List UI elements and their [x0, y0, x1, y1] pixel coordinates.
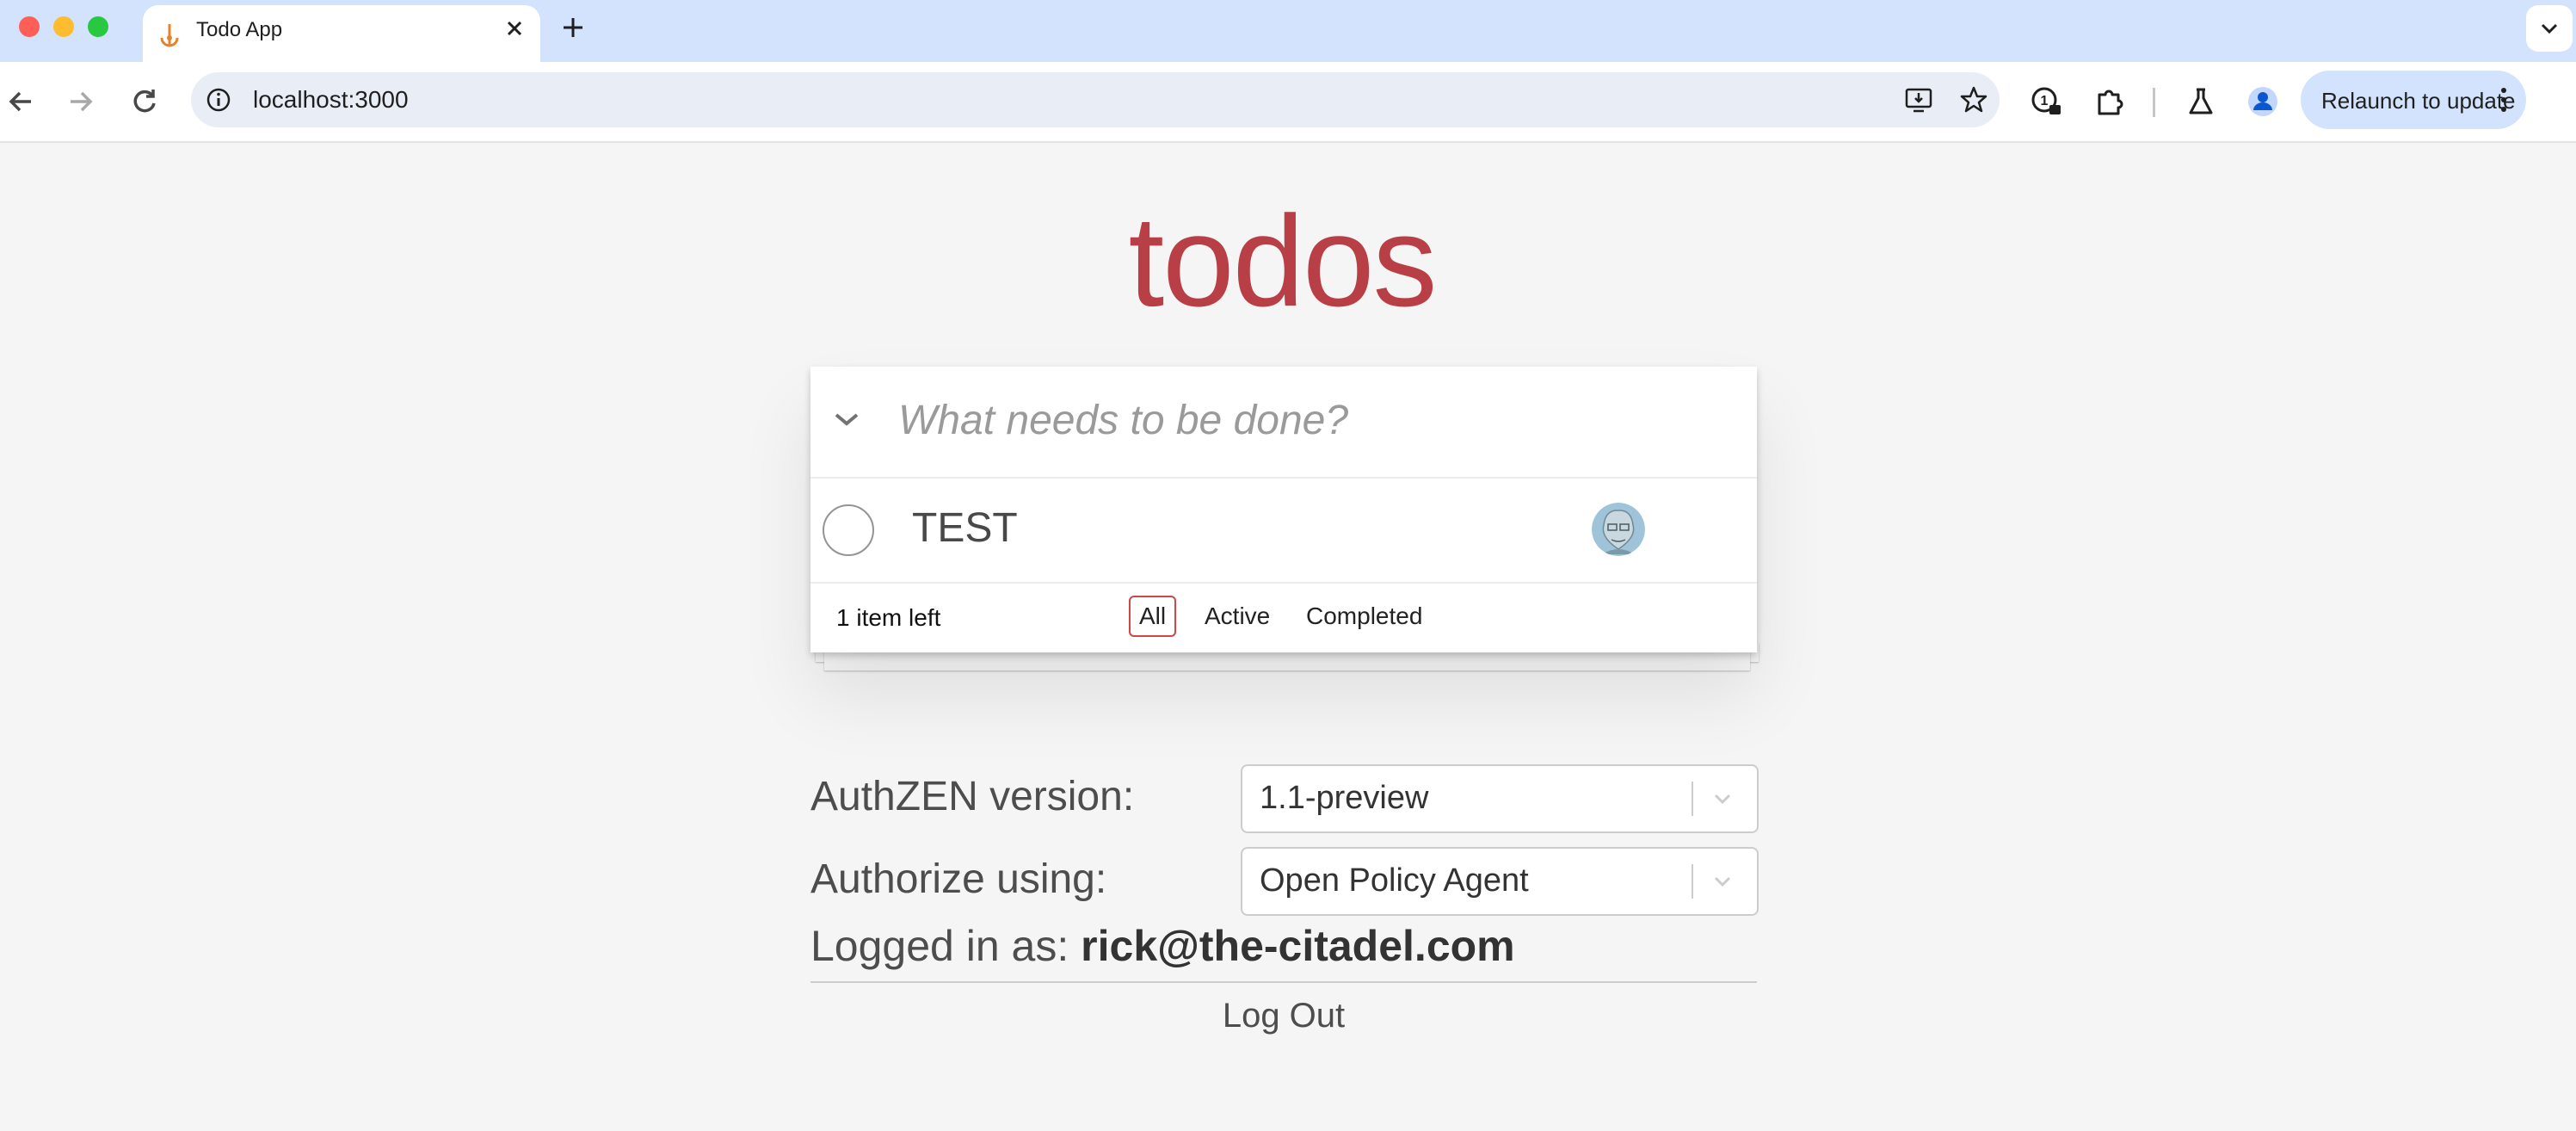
site-info-icon[interactable]	[203, 84, 234, 115]
tab-title: Todo App	[196, 18, 283, 41]
profile-avatar-icon[interactable]	[2246, 84, 2280, 119]
maximize-window-button[interactable]	[88, 16, 108, 37]
relaunch-to-update-button[interactable]: Relaunch to update	[2301, 71, 2526, 129]
new-tab-icon[interactable]	[558, 12, 589, 43]
logged-in-status: Logged in as: rick@the-citadel.com	[810, 921, 1515, 971]
authorizer-select[interactable]: Open Policy Agent	[1241, 847, 1759, 916]
svg-text:1: 1	[2041, 94, 2049, 108]
minimize-window-button[interactable]	[53, 16, 74, 37]
todo-footer: 1 item left All Active Completed	[810, 582, 1757, 652]
url-text[interactable]: localhost:3000	[253, 86, 409, 114]
filter-active[interactable]: Active	[1194, 596, 1280, 637]
browser-tab-strip: Todo App	[0, 0, 2576, 62]
more-vertical-icon[interactable]	[2487, 83, 2521, 117]
todo-item[interactable]: TEST	[810, 477, 1757, 584]
forward-arrow-icon[interactable]	[64, 84, 98, 119]
app-title: todos	[1128, 188, 1438, 333]
authorizer-value: Open Policy Agent	[1260, 862, 1529, 899]
chevron-down-icon	[2541, 23, 2558, 34]
labs-flask-icon[interactable]	[2184, 84, 2218, 119]
extensions-puzzle-icon[interactable]	[2092, 84, 2127, 119]
close-window-button[interactable]	[19, 16, 40, 37]
authorize-using-label: Authorize using:	[810, 856, 1107, 902]
tab-search-button[interactable]	[2526, 5, 2573, 52]
divider	[810, 981, 1757, 983]
bookmark-star-icon[interactable]	[1958, 84, 1989, 115]
close-tab-icon[interactable]	[501, 15, 528, 42]
reload-icon[interactable]	[127, 84, 162, 119]
authzen-version-value: 1.1-preview	[1260, 780, 1429, 816]
owner-avatar	[1592, 503, 1645, 556]
new-todo-input[interactable]	[898, 377, 1724, 463]
chevron-down-icon[interactable]	[1705, 864, 1740, 899]
todo-card: TEST 1 item left All Active Completed	[810, 367, 1757, 652]
back-arrow-icon[interactable]	[3, 84, 38, 119]
password-manager-icon[interactable]: 1	[2029, 84, 2063, 119]
todo-item-label[interactable]: TEST	[912, 504, 1018, 552]
card-stack-shadow	[824, 652, 1750, 671]
toggle-all-chevron-icon[interactable]	[828, 401, 866, 439]
browser-toolbar: localhost:3000 1 Relaunch to update	[0, 62, 2576, 143]
select-separator	[1692, 864, 1693, 899]
authzen-version-select[interactable]: 1.1-preview	[1241, 764, 1759, 833]
install-app-icon[interactable]	[1903, 84, 1934, 115]
chevron-down-icon[interactable]	[1705, 782, 1740, 816]
log-out-button[interactable]: Log Out	[1155, 997, 1413, 1035]
user-email: rick@the-citadel.com	[1081, 922, 1515, 970]
toolbar-divider	[2153, 88, 2155, 117]
tab-todo-app[interactable]: Todo App	[143, 5, 540, 62]
app-favicon-icon	[160, 24, 179, 47]
filter-all[interactable]: All	[1129, 596, 1177, 637]
address-bar[interactable]: localhost:3000	[191, 72, 2000, 127]
filter-completed[interactable]: Completed	[1296, 596, 1433, 637]
todo-complete-checkbox[interactable]	[823, 504, 874, 556]
items-left-count: 1 item left	[836, 604, 941, 631]
authzen-version-label: AuthZEN version:	[810, 774, 1135, 819]
logged-in-label: Logged in as:	[810, 922, 1069, 970]
select-separator	[1692, 782, 1693, 816]
